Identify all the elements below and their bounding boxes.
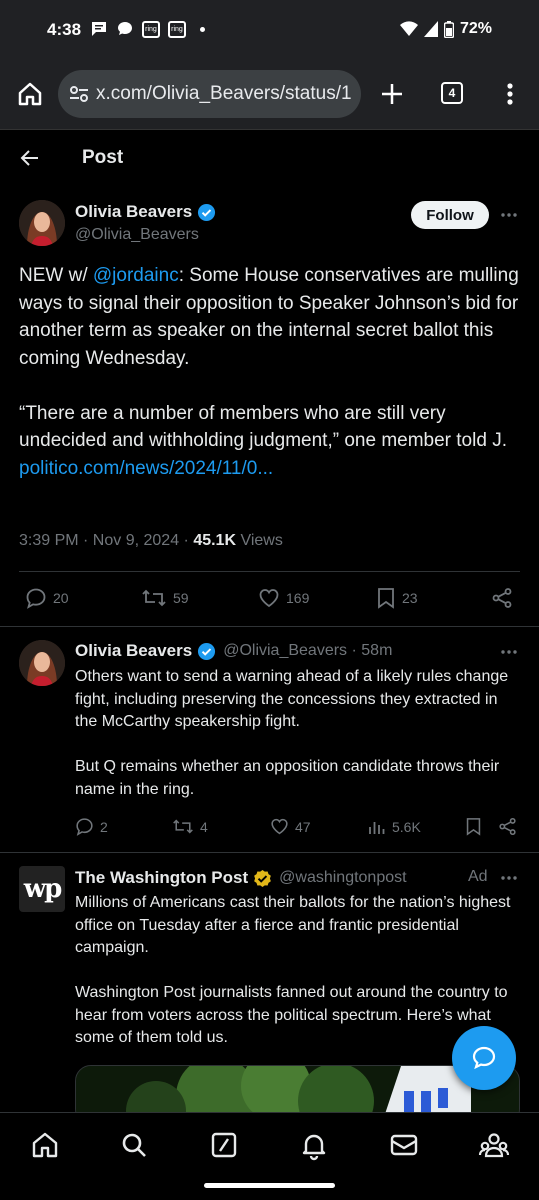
- repost-icon: [142, 589, 166, 607]
- tab-switcher-button[interactable]: 4: [441, 82, 463, 104]
- bookmark-button[interactable]: [465, 817, 482, 836]
- search-icon[interactable]: [118, 1129, 150, 1161]
- reply-text: Others want to send a warning ahead of a…: [75, 666, 520, 801]
- like-count: 47: [295, 818, 311, 835]
- status-bar: 4:38 ring ring 72%: [0, 0, 539, 58]
- more-options-icon[interactable]: [499, 642, 519, 662]
- analytics-icon: [369, 822, 385, 834]
- repost-count: 59: [173, 590, 189, 606]
- more-options-icon[interactable]: [499, 868, 519, 888]
- ad-text: Millions of Americans cast their ballots…: [75, 892, 525, 1050]
- author-name[interactable]: Olivia Beavers: [75, 202, 192, 222]
- reply-button[interactable]: 20: [25, 587, 69, 609]
- url-text[interactable]: x.com/Olivia_Beavers/status/1: [96, 83, 352, 105]
- browser-toolbar: x.com/Olivia_Beavers/status/1 4: [0, 58, 539, 130]
- battery-icon: [443, 20, 454, 38]
- url-bar[interactable]: x.com/Olivia_Beavers/status/1: [58, 70, 361, 118]
- reply-icon: [26, 588, 46, 609]
- washington-post-logo[interactable]: wp: [19, 866, 65, 912]
- home-indicator[interactable]: [204, 1183, 335, 1188]
- post-header: Post: [0, 130, 539, 184]
- ad-label: Ad: [468, 868, 488, 885]
- ring-app-icon: ring: [142, 20, 160, 38]
- like-button[interactable]: 169: [258, 587, 309, 609]
- view-count: 5.6K: [392, 818, 421, 835]
- tweet-quote: “There are a number of members who are s…: [19, 402, 507, 452]
- more-notifications-dot: [200, 26, 205, 32]
- repost-count: 4: [200, 818, 208, 835]
- home-icon[interactable]: [29, 1129, 61, 1161]
- page-title: Post: [82, 147, 124, 168]
- verified-badge-icon: [198, 642, 216, 660]
- battery-percent: 72%: [459, 20, 492, 37]
- ad-paragraph: Millions of Americans cast their ballots…: [75, 894, 511, 956]
- reply-icon: [76, 818, 93, 836]
- mention-link[interactable]: @jordainc: [93, 265, 179, 286]
- ad-handle[interactable]: @washingtonpost: [279, 869, 406, 887]
- notifications-icon[interactable]: [298, 1129, 330, 1161]
- verified-org-badge-icon: [254, 869, 272, 887]
- views-button[interactable]: 5.6K: [368, 817, 421, 836]
- reply-count: 2: [100, 818, 108, 835]
- messages-icon[interactable]: [388, 1129, 420, 1161]
- status-time: 4:38: [47, 20, 82, 39]
- grok-icon[interactable]: [208, 1129, 240, 1161]
- repost-button[interactable]: 4: [172, 817, 208, 836]
- tweet-text: NEW w/ @jordainc: Some House conservativ…: [19, 262, 524, 482]
- more-options-icon[interactable]: [499, 205, 519, 225]
- ring-app-icon: ring: [168, 20, 186, 38]
- back-arrow-icon[interactable]: [18, 146, 42, 170]
- share-button[interactable]: [491, 587, 513, 609]
- chat-bubble-icon: [472, 1046, 496, 1070]
- bookmark-icon: [466, 818, 481, 836]
- repost-icon: [173, 819, 193, 834]
- reply-author-name[interactable]: Olivia Beavers: [75, 641, 192, 661]
- reply-button[interactable]: 2: [75, 817, 108, 836]
- repost-button[interactable]: 59: [141, 587, 189, 609]
- bookmark-icon: [378, 588, 394, 609]
- communities-icon[interactable]: [478, 1129, 510, 1161]
- new-tab-icon[interactable]: [378, 80, 406, 108]
- reply-paragraph: But Q remains whether an opposition cand…: [75, 758, 500, 798]
- tweet-meta: 3:39 PM · Nov 9, 2024 · 45.1K Views: [19, 532, 283, 550]
- tweet-text-prefix: NEW w/: [19, 265, 93, 286]
- bookmark-button[interactable]: 23: [376, 587, 418, 609]
- wifi-icon: [399, 21, 418, 36]
- home-icon[interactable]: [16, 80, 44, 108]
- like-count: 169: [286, 590, 310, 606]
- follow-button[interactable]: Follow: [411, 201, 489, 229]
- heart-icon: [271, 818, 288, 835]
- heart-icon: [259, 589, 279, 608]
- reply-paragraph: Others want to send a warning ahead of a…: [75, 668, 509, 730]
- browser-menu-icon[interactable]: [500, 80, 520, 108]
- divider: [0, 852, 539, 853]
- ad-author-name[interactable]: The Washington Post: [75, 868, 248, 888]
- share-button[interactable]: [498, 817, 517, 836]
- views-label: Views: [236, 532, 283, 549]
- cell-signal-icon: [423, 21, 438, 37]
- site-settings-icon[interactable]: [64, 79, 94, 109]
- avatar[interactable]: [19, 640, 65, 686]
- article-link[interactable]: politico.com/news/2024/11/0...: [19, 458, 273, 479]
- author-handle[interactable]: @Olivia_Beavers: [75, 226, 199, 244]
- verified-badge-icon: [198, 203, 216, 221]
- like-button[interactable]: 47: [270, 817, 311, 836]
- share-icon: [499, 817, 516, 836]
- divider: [0, 626, 539, 627]
- view-count: 45.1K: [193, 532, 237, 549]
- reply-handle-time[interactable]: @Olivia_Beavers · 58m: [223, 642, 392, 660]
- compose-message-button[interactable]: [452, 1026, 516, 1090]
- chat-notification-icon: [118, 22, 132, 35]
- bookmark-count: 23: [402, 590, 418, 606]
- reply-count: 20: [53, 590, 69, 606]
- divider: [19, 571, 520, 572]
- avatar[interactable]: [19, 200, 65, 246]
- message-notification-icon: [92, 22, 106, 36]
- share-icon: [492, 588, 512, 608]
- tweet-timestamp[interactable]: 3:39 PM · Nov 9, 2024 ·: [19, 532, 193, 549]
